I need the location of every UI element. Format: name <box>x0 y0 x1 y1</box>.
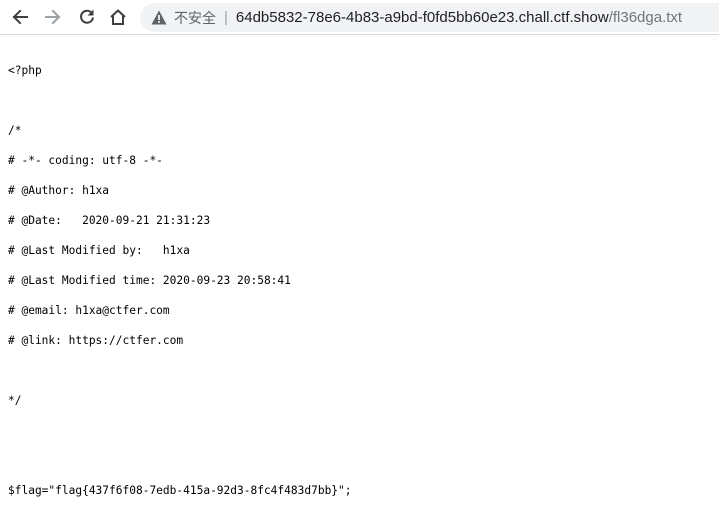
warning-triangle-icon[interactable] <box>150 9 168 27</box>
home-button[interactable] <box>106 5 130 29</box>
browser-toolbar: 不安全 | 64db5832-78e6-4b83-a9bd-f0fd5bb60e… <box>0 0 719 35</box>
arrow-right-icon <box>44 8 62 26</box>
code-line: # @Last Modified by: h1xa <box>8 244 190 257</box>
address-separator: | <box>224 9 228 26</box>
code-line: <?php <box>8 64 42 77</box>
url-host: 64db5832-78e6-4b83-a9bd-f0fd5bb60e23.cha… <box>235 9 609 26</box>
code-line: # @Author: h1xa <box>8 184 110 197</box>
reload-button[interactable] <box>75 5 99 29</box>
arrow-left-icon <box>11 8 29 26</box>
code-line: # @email: h1xa@ctfer.com <box>8 304 170 317</box>
file-content: <?php /* # -*- coding: utf-8 -*- # @Auth… <box>8 48 713 513</box>
flag-line: $flag="flag{437f6f08-7edb-415a-92d3-8fc4… <box>8 484 352 497</box>
code-line: /* <box>8 124 22 137</box>
address-bar[interactable]: 不安全 | 64db5832-78e6-4b83-a9bd-f0fd5bb60e… <box>140 3 719 32</box>
forward-button[interactable] <box>41 5 65 29</box>
code-line: # -*- coding: utf-8 -*- <box>8 154 163 167</box>
code-line: # @link: https://ctfer.com <box>8 334 184 347</box>
code-line: */ <box>8 394 22 407</box>
back-button[interactable] <box>8 5 32 29</box>
security-label[interactable]: 不安全 <box>174 8 216 28</box>
url-path: /fl36dga.txt <box>608 9 683 26</box>
reload-icon <box>78 8 96 26</box>
home-icon <box>109 8 127 26</box>
code-line: # @Last Modified time: 2020-09-23 20:58:… <box>8 274 291 287</box>
code-line: # @Date: 2020-09-21 21:31:23 <box>8 214 211 227</box>
